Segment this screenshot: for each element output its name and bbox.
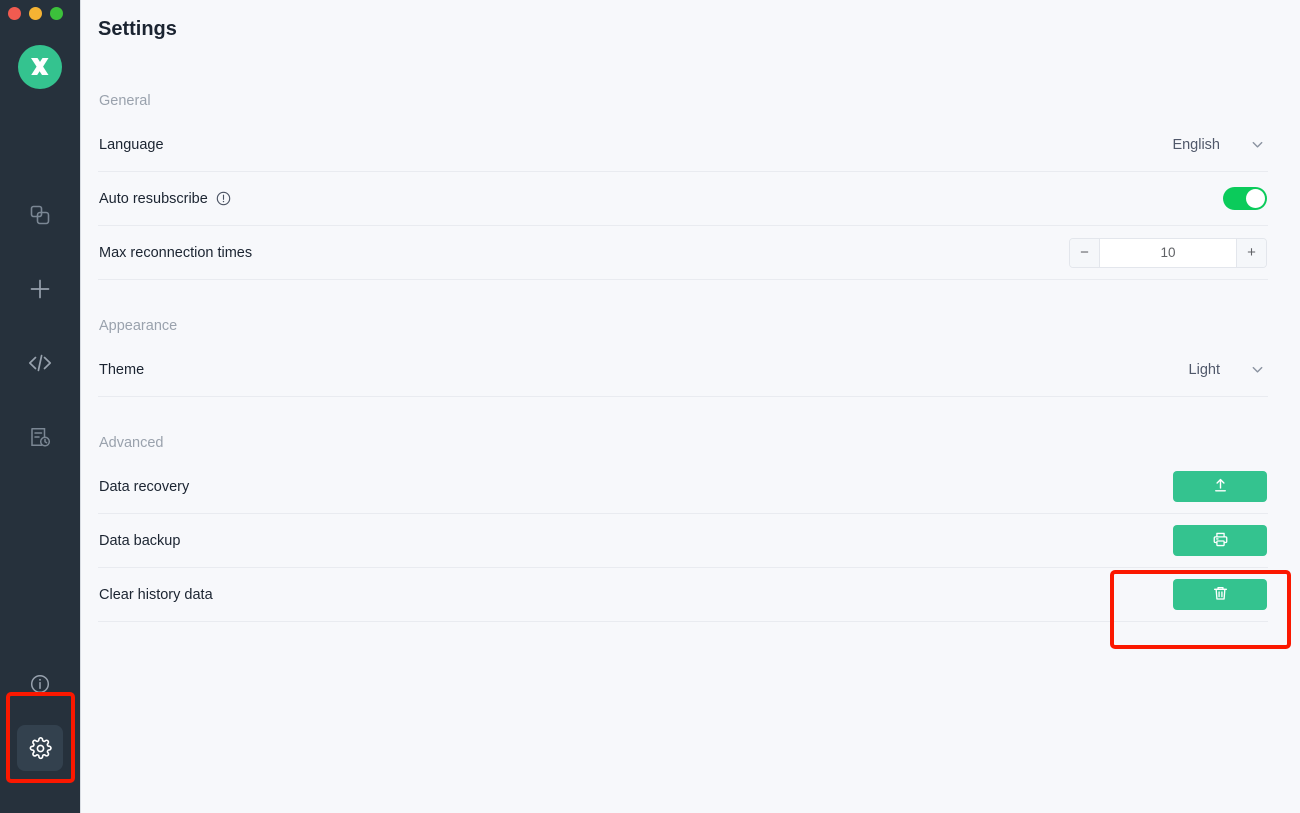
minimize-button[interactable] [29, 7, 42, 20]
theme-select-value: Light [1188, 361, 1220, 378]
data-recovery-button[interactable] [1173, 471, 1267, 502]
mqttx-logo [18, 45, 62, 89]
settings-content: Settings General Language English Auto r… [81, 0, 1300, 813]
section-appearance: Appearance Theme Light [98, 318, 1268, 397]
log-history-icon [29, 426, 51, 448]
row-clear-history-data: Clear history data [98, 568, 1268, 622]
upload-icon [1212, 477, 1229, 497]
row-label-data-backup: Data backup [99, 532, 181, 549]
row-label-clear-history-data: Clear history data [99, 586, 213, 603]
row-control-language: English [1172, 137, 1267, 153]
stepper-increment-button[interactable]: + [1236, 238, 1266, 267]
gear-icon [29, 736, 52, 760]
maximize-button[interactable] [50, 7, 63, 20]
clear-history-data-button[interactable] [1173, 579, 1267, 610]
max-reconnection-stepper: − 10 + [1069, 237, 1267, 268]
row-auto-resubscribe: Auto resubscribe [98, 172, 1268, 226]
theme-select[interactable]: Light [1189, 362, 1267, 378]
plus-icon [28, 277, 52, 301]
row-language: Language English [98, 118, 1268, 172]
trash-icon [1212, 585, 1229, 605]
language-select-value: English [1172, 136, 1220, 153]
section-label-appearance: Appearance [99, 318, 178, 334]
language-select[interactable]: English [1172, 137, 1267, 153]
sidebar [0, 0, 81, 813]
row-control-theme: Light [1189, 362, 1267, 378]
toggle-knob [1246, 189, 1265, 208]
chevron-down-icon [1250, 137, 1265, 152]
window-traffic-lights [8, 7, 63, 20]
settings-sections: General Language English Auto resubscrib… [81, 93, 1284, 622]
info-tooltip-icon[interactable] [216, 191, 231, 206]
stepper-decrement-button[interactable]: − [1070, 238, 1100, 267]
section-label-advanced: Advanced [99, 435, 164, 451]
printer-icon [1212, 531, 1229, 551]
close-button[interactable] [8, 7, 21, 20]
row-control-max-reconnection-times: − 10 + [1069, 237, 1267, 268]
row-label-auto-resubscribe: Auto resubscribe [99, 191, 231, 207]
app-window: Settings General Language English Auto r… [0, 0, 1300, 813]
sidebar-item-connections[interactable] [17, 192, 63, 238]
sidebar-item-log[interactable] [17, 414, 63, 460]
sidebar-nav-bottom [17, 661, 63, 789]
sidebar-item-scripts[interactable] [17, 340, 63, 386]
connections-icon [29, 204, 51, 226]
chevron-down-icon [1250, 362, 1265, 377]
row-max-reconnection-times: Max reconnection times − 10 + [98, 226, 1268, 280]
page-title: Settings [98, 18, 177, 40]
sidebar-item-about[interactable] [17, 661, 63, 707]
row-data-recovery: Data recovery [98, 460, 1268, 514]
info-circle-icon [29, 673, 51, 695]
sidebar-item-new-connection[interactable] [17, 266, 63, 312]
auto-resubscribe-toggle[interactable] [1223, 187, 1267, 210]
row-label-theme: Theme [99, 361, 145, 378]
code-icon [28, 352, 52, 374]
stepper-value[interactable]: 10 [1100, 239, 1236, 267]
row-label-auto-resubscribe-text: Auto resubscribe [99, 190, 208, 207]
section-advanced: Advanced Data recovery Data backup Clear… [98, 435, 1268, 622]
row-control-data-backup [1173, 525, 1267, 556]
section-general: General Language English Auto resubscrib… [98, 93, 1268, 280]
row-theme: Theme Light [98, 343, 1268, 397]
sidebar-item-settings[interactable] [17, 725, 63, 771]
row-label-max-reconnection-times: Max reconnection times [99, 244, 253, 261]
row-data-backup: Data backup [98, 514, 1268, 568]
data-backup-button[interactable] [1173, 525, 1267, 556]
row-label-language: Language [99, 136, 164, 153]
row-control-auto-resubscribe [1223, 187, 1267, 210]
section-label-general: General [99, 93, 151, 109]
sidebar-nav-top [17, 192, 63, 488]
row-control-clear-history-data [1173, 579, 1267, 610]
row-control-data-recovery [1173, 471, 1267, 502]
row-label-data-recovery: Data recovery [99, 478, 190, 495]
